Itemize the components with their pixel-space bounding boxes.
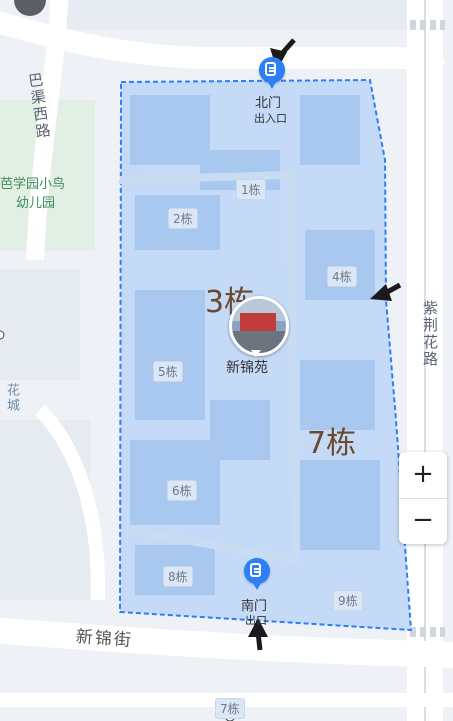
gate-entrance-icon-south[interactable] <box>244 558 270 590</box>
building-label-7-lower[interactable]: 7栋 <box>215 698 245 719</box>
building-label-6[interactable]: 6栋 <box>167 480 197 501</box>
poi-pointer <box>251 350 261 357</box>
zoom-control: + − <box>399 452 447 544</box>
place-label-kindergarten-2: 幼儿园 <box>16 196 56 211</box>
building-label-8[interactable]: 8栋 <box>163 566 193 587</box>
zoom-in-button[interactable]: + <box>399 452 447 498</box>
building-label-5[interactable]: 5栋 <box>153 361 183 382</box>
building-label-4[interactable]: 4栋 <box>327 266 357 287</box>
map-block <box>0 270 80 380</box>
road-label-xinjin: 新锦街 <box>75 627 134 651</box>
residential-photo-thumbnail[interactable] <box>229 296 289 356</box>
building-label-9[interactable]: 9栋 <box>333 590 363 611</box>
map-block <box>0 420 90 600</box>
zoom-out-button[interactable]: − <box>399 498 447 544</box>
zoom-divider <box>399 498 447 499</box>
building-label-1[interactable]: 1栋 <box>236 179 266 200</box>
place-label-kindergarten: 芭学园小鸟 <box>0 177 66 192</box>
gate-sub-south: 出口 <box>245 614 267 627</box>
road-label-zijing: 紫荆花路 <box>421 300 439 368</box>
annotation-building-7: 7栋 <box>307 426 357 461</box>
gate-entrance-icon-north[interactable] <box>259 57 285 89</box>
map-marker <box>0 330 5 340</box>
building-label-2[interactable]: 2栋 <box>168 208 198 229</box>
place-label-huacheng: 花城 <box>4 383 19 413</box>
poi-label[interactable]: 新锦苑 <box>226 357 268 377</box>
gate-name-north: 北门 <box>255 96 282 111</box>
gate-sub-north: 出入口 <box>254 112 287 125</box>
map-block <box>60 0 420 30</box>
